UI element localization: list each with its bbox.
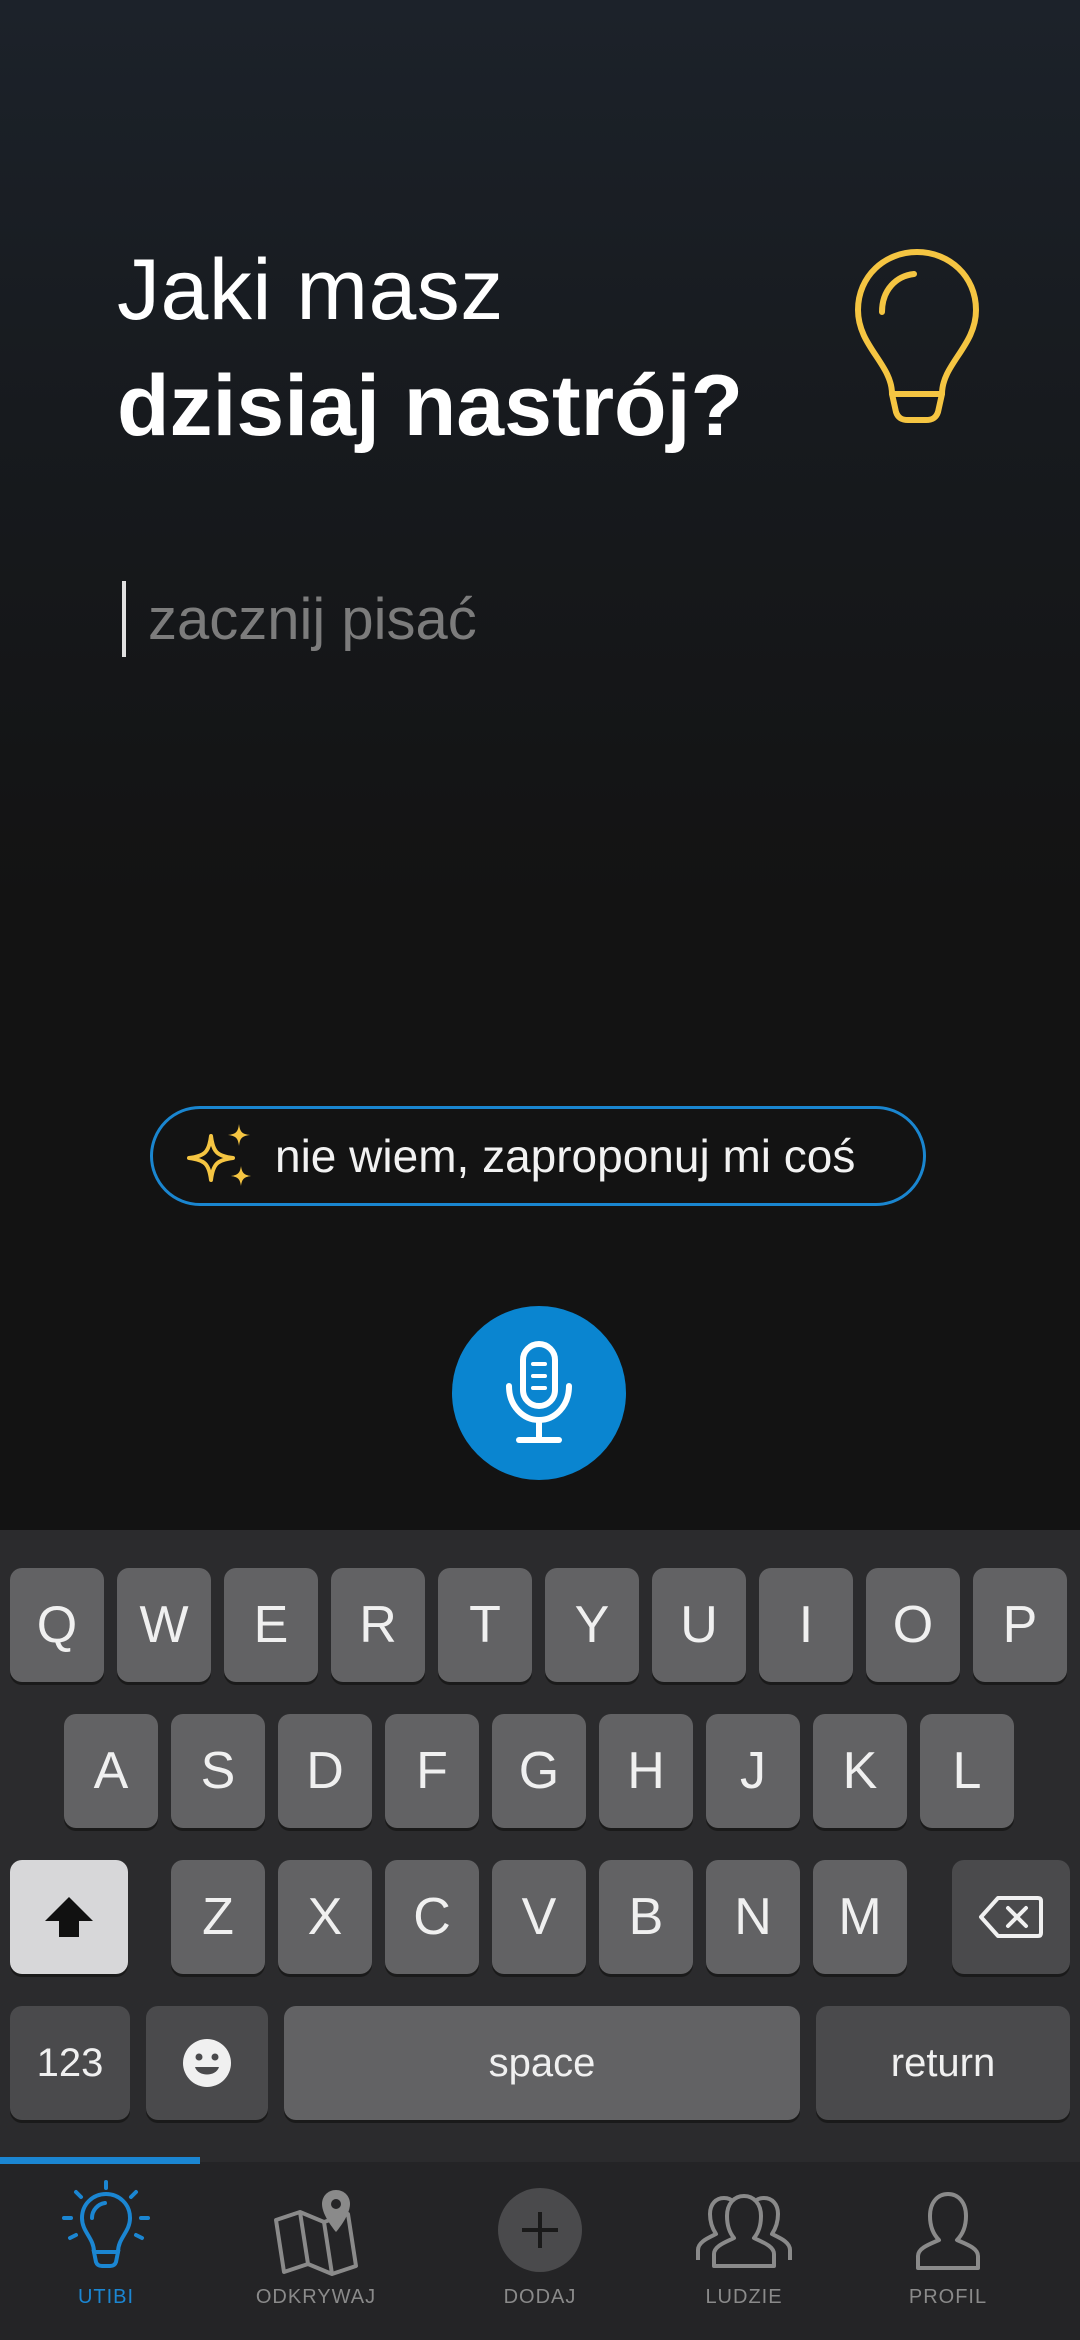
people-icon (696, 2194, 792, 2268)
key-q[interactable]: Q (10, 1568, 104, 1682)
input-placeholder: zacznij pisać (148, 586, 477, 652)
mood-question-heading: Jaki masz dzisiaj nastrój? (117, 232, 743, 464)
heading-line-2: dzisiaj nastrój? (117, 358, 744, 454)
key-b[interactable]: B (599, 1860, 693, 1974)
key-k[interactable]: K (813, 1714, 907, 1828)
key-j[interactable]: J (706, 1714, 800, 1828)
key-r[interactable]: R (331, 1568, 425, 1682)
key-g[interactable]: G (492, 1714, 586, 1828)
key-m[interactable]: M (813, 1860, 907, 1974)
key-s[interactable]: S (171, 1714, 265, 1828)
tab-dodaj[interactable]: DODAJ (450, 2180, 630, 2330)
shift-key[interactable] (10, 1860, 128, 1974)
tab-label: UTIBI (77, 2286, 135, 2308)
emoji-icon (183, 2039, 231, 2087)
tab-ludzie[interactable]: LUDZIE (654, 2180, 834, 2330)
mood-text-input[interactable]: zacznij pisać (122, 580, 477, 658)
key-x[interactable]: X (278, 1860, 372, 1974)
key-f[interactable]: F (385, 1714, 479, 1828)
key-w[interactable]: W (117, 1568, 211, 1682)
backspace-icon (979, 1896, 1043, 1938)
heading-line-1: Jaki masz (117, 242, 504, 338)
lightbulb-icon (855, 249, 979, 423)
key-z[interactable]: Z (171, 1860, 265, 1974)
key-i[interactable]: I (759, 1568, 853, 1682)
map-icon (274, 2190, 358, 2276)
tab-label: ODKRYWAJ (255, 2286, 377, 2308)
lightbulb-icon (62, 2180, 150, 2268)
key-e[interactable]: E (224, 1568, 318, 1682)
plus-icon (498, 2188, 582, 2272)
shift-arrow-icon (45, 1897, 93, 1937)
emoji-key[interactable] (146, 2006, 268, 2120)
tab-label: DODAJ (503, 2286, 577, 2308)
key-p[interactable]: P (973, 1568, 1067, 1682)
key-l[interactable]: L (920, 1714, 1014, 1828)
numbers-key[interactable]: 123 (10, 2006, 130, 2120)
key-n[interactable]: N (706, 1860, 800, 1974)
tab-profil[interactable]: PROFIL (858, 2180, 1038, 2330)
key-h[interactable]: H (599, 1714, 693, 1828)
key-d[interactable]: D (278, 1714, 372, 1828)
tab-odkrywaj[interactable]: ODKRYWAJ (226, 2180, 406, 2330)
return-key[interactable]: return (816, 2006, 1070, 2120)
sparkles-icon (187, 1124, 251, 1186)
active-tab-indicator (0, 2157, 200, 2164)
key-c[interactable]: C (385, 1860, 479, 1974)
key-t[interactable]: T (438, 1568, 532, 1682)
suggest-me-something-button[interactable]: nie wiem, zaproponuj mi coś (150, 1106, 926, 1206)
profile-icon (916, 2192, 980, 2270)
space-key[interactable]: space (284, 2006, 800, 2120)
microphone-icon (506, 1341, 572, 1443)
key-v[interactable]: V (492, 1860, 586, 1974)
key-o[interactable]: O (866, 1568, 960, 1682)
text-caret (122, 581, 126, 657)
tab-label: PROFIL (908, 2286, 988, 2308)
tab-utibi[interactable]: UTIBI (16, 2180, 196, 2330)
key-a[interactable]: A (64, 1714, 158, 1828)
backspace-key[interactable] (952, 1860, 1070, 1974)
voice-input-button[interactable] (452, 1306, 626, 1480)
keyboard: Q W E R T Y U I O P A S D F G H J K L Z … (0, 1530, 1080, 2162)
tab-label: LUDZIE (705, 2286, 783, 2308)
suggest-label: nie wiem, zaproponuj mi coś (275, 1130, 856, 1182)
key-y[interactable]: Y (545, 1568, 639, 1682)
key-u[interactable]: U (652, 1568, 746, 1682)
